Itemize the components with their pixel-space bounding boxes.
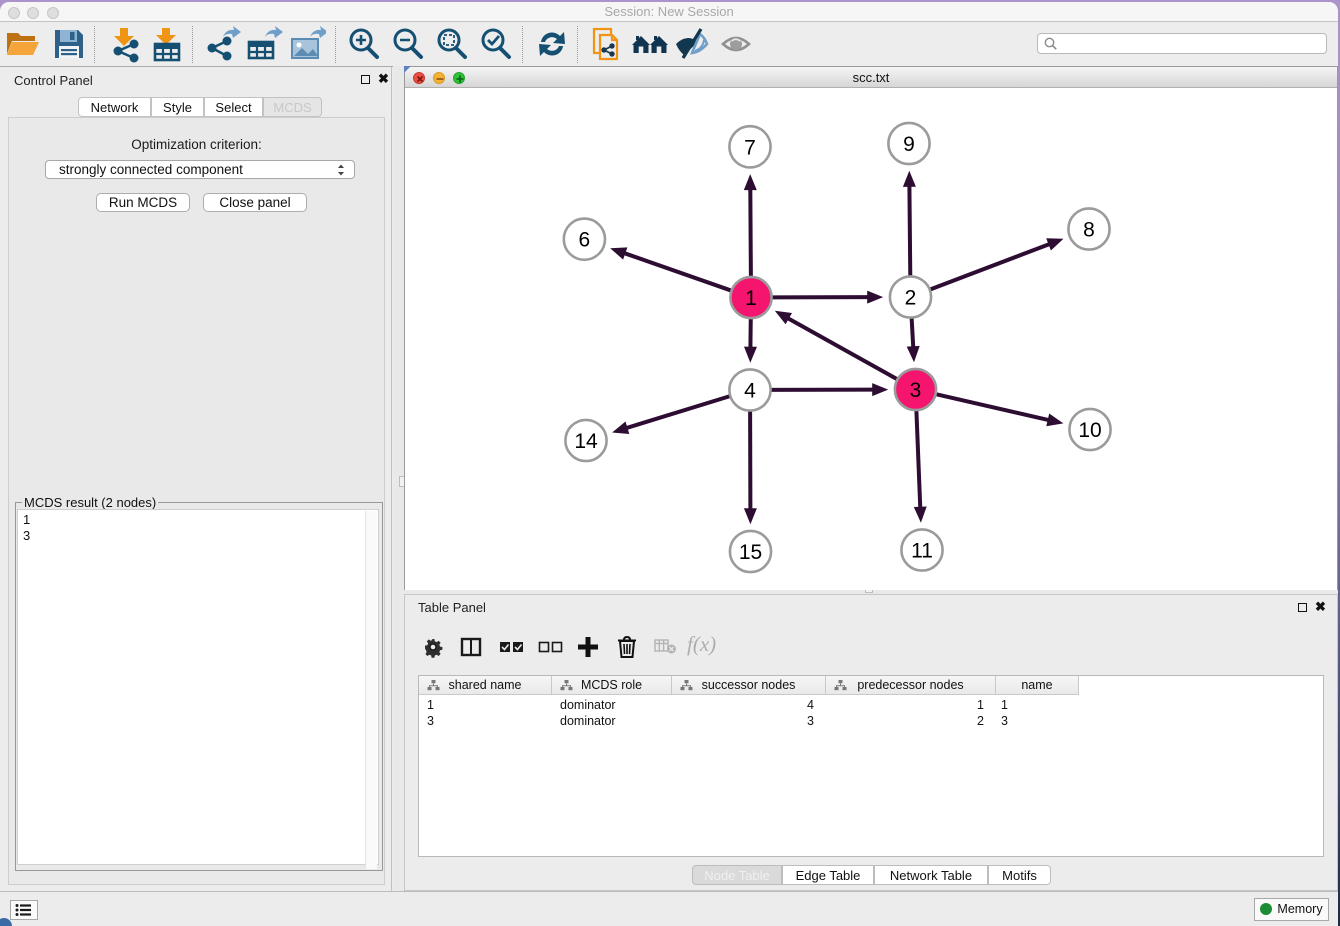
svg-text:10: 10 bbox=[1078, 419, 1101, 442]
svg-text:2: 2 bbox=[905, 287, 917, 310]
svg-text:15: 15 bbox=[739, 541, 762, 564]
svg-text:6: 6 bbox=[579, 229, 591, 252]
svg-text:8: 8 bbox=[1083, 219, 1095, 242]
svg-text:14: 14 bbox=[574, 430, 598, 453]
svg-text:4: 4 bbox=[744, 380, 756, 403]
svg-text:1: 1 bbox=[745, 287, 757, 310]
svg-text:9: 9 bbox=[903, 133, 915, 156]
svg-text:7: 7 bbox=[744, 136, 756, 159]
svg-text:11: 11 bbox=[911, 540, 933, 563]
svg-text:3: 3 bbox=[910, 379, 922, 402]
